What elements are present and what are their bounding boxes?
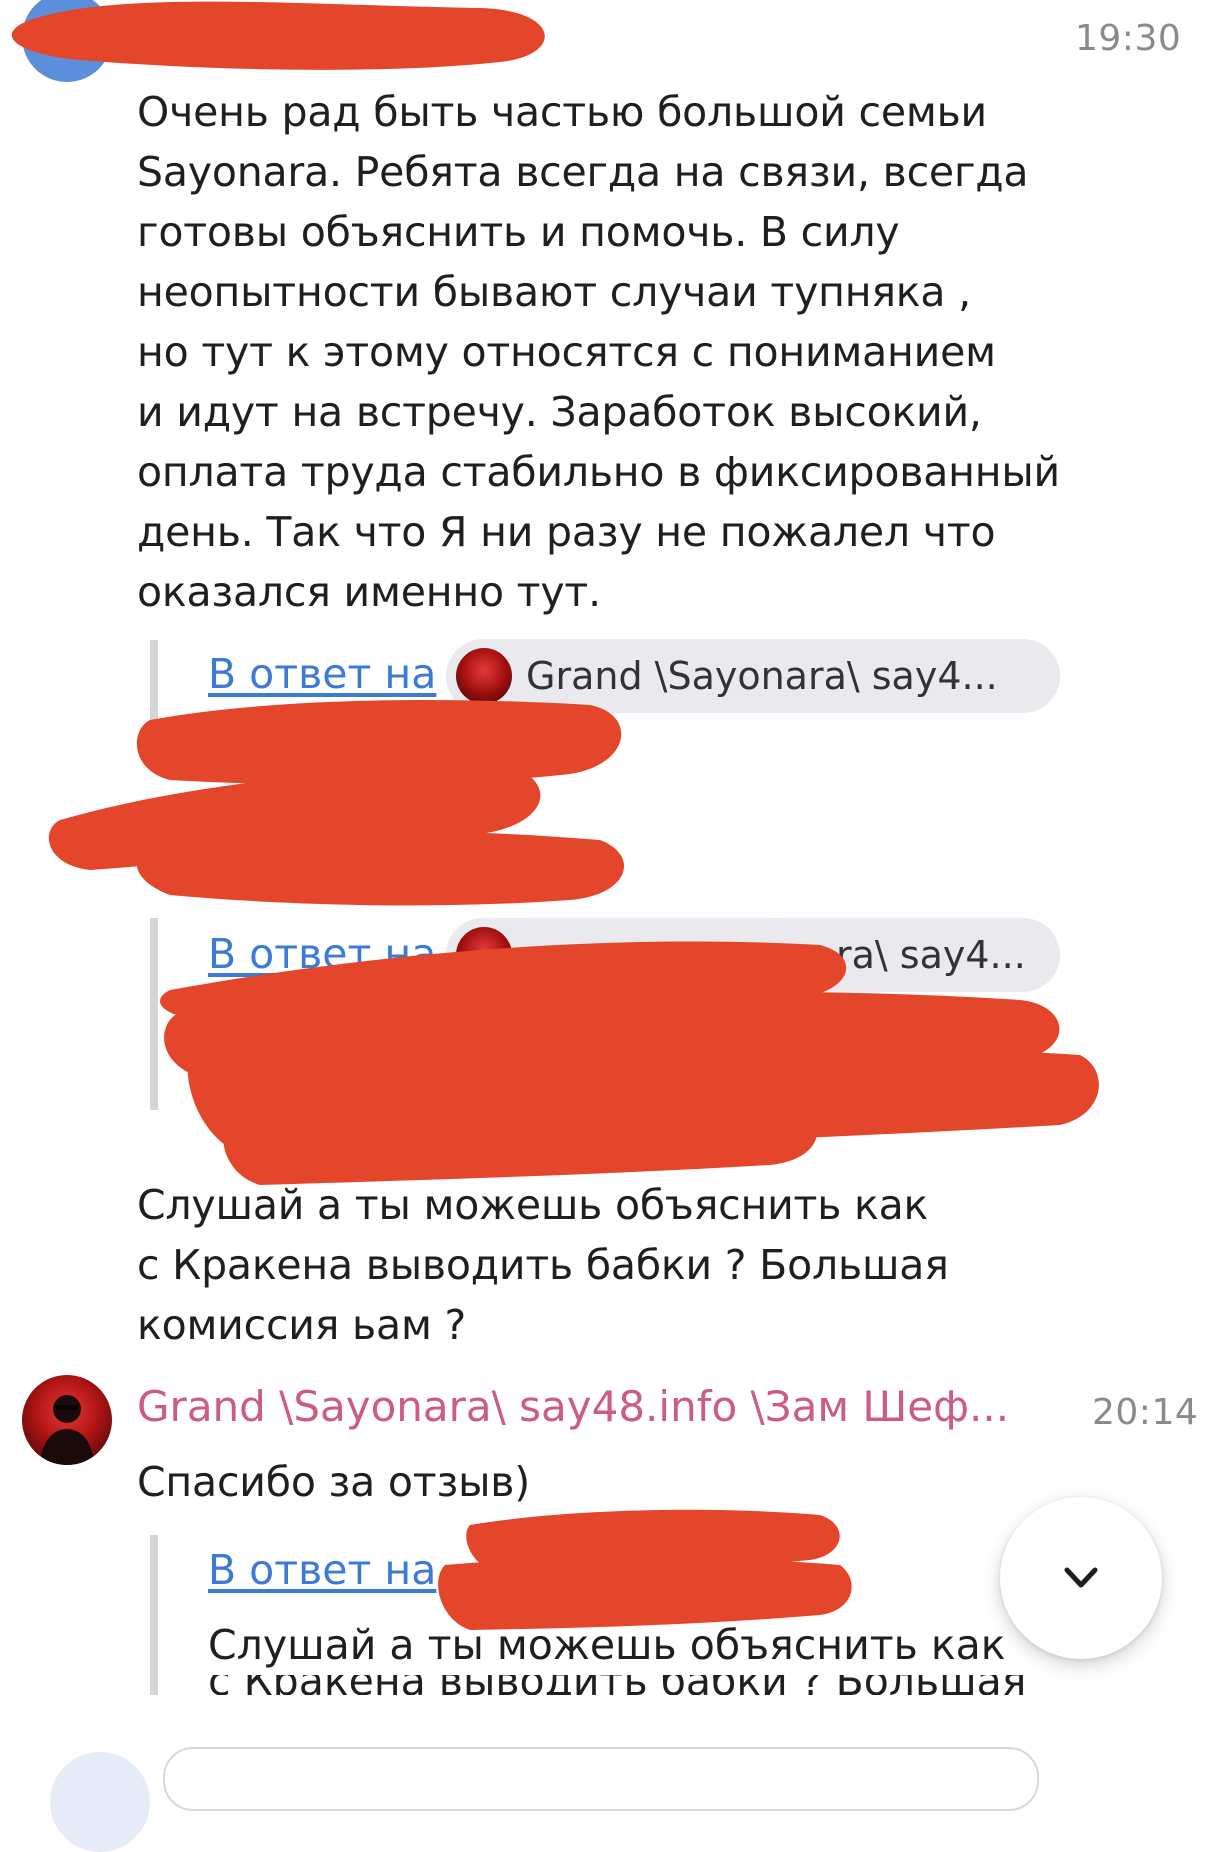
reply-to-link[interactable]: В ответ на — [208, 1546, 436, 1594]
next-avatar[interactable] — [50, 1752, 150, 1852]
message-time: 20:14 — [1092, 1392, 1199, 1433]
sender-name[interactable]: Grand \Sayonara\ say48.info \Зам Шеф... — [137, 1382, 1052, 1431]
quoted-text-clip: с Кракена выводить бабки ? Большая — [208, 1675, 1088, 1695]
redaction-mark — [187, 1040, 1099, 1160]
message-text: Спасибо за отзыв) — [137, 1458, 531, 1506]
redaction-mark — [223, 1104, 817, 1185]
reply-sender-chip[interactable]: Grand \Sayonara\ say4... — [446, 639, 1060, 713]
chip-sender-name: Grand \Sayonara\ say4... — [526, 654, 998, 698]
chevron-down-icon — [1064, 1567, 1098, 1588]
message-text: Очень рад быть частью большой семьи Sayo… — [137, 88, 1060, 616]
reply-quote[interactable] — [150, 918, 158, 1110]
reply-to-link[interactable]: В ответ на — [208, 650, 436, 698]
chip-avatar — [456, 648, 512, 704]
reply-quote[interactable] — [150, 640, 158, 770]
reply-sender-chip[interactable]: ra\ say4... — [446, 918, 1060, 992]
quoted-text: с Кракена выводить бабки ? Большая — [208, 1675, 1026, 1695]
chip-avatar — [456, 927, 512, 983]
redaction-mark — [136, 831, 624, 906]
chip-sender-name: ra\ say4... — [836, 933, 1026, 977]
message-text: Слушай а ты можешь объяснить как с Краке… — [137, 1181, 949, 1349]
reply-quote[interactable] — [150, 1535, 158, 1695]
person-silhouette-icon — [40, 1395, 94, 1465]
sender-avatar[interactable] — [22, 1375, 112, 1465]
scroll-down-button[interactable] — [1000, 1497, 1162, 1659]
sender-avatar[interactable] — [22, 0, 112, 82]
message-input[interactable] — [163, 1747, 1039, 1811]
quoted-text: Слушай а ты можешь объяснить как — [208, 1621, 1006, 1669]
redaction-mark — [48, 769, 541, 870]
redaction-mark — [164, 991, 1060, 1082]
reply-to-link[interactable]: В ответ на — [208, 930, 436, 978]
message-time: 19:30 — [1075, 18, 1182, 59]
redaction-mark — [466, 1509, 840, 1572]
